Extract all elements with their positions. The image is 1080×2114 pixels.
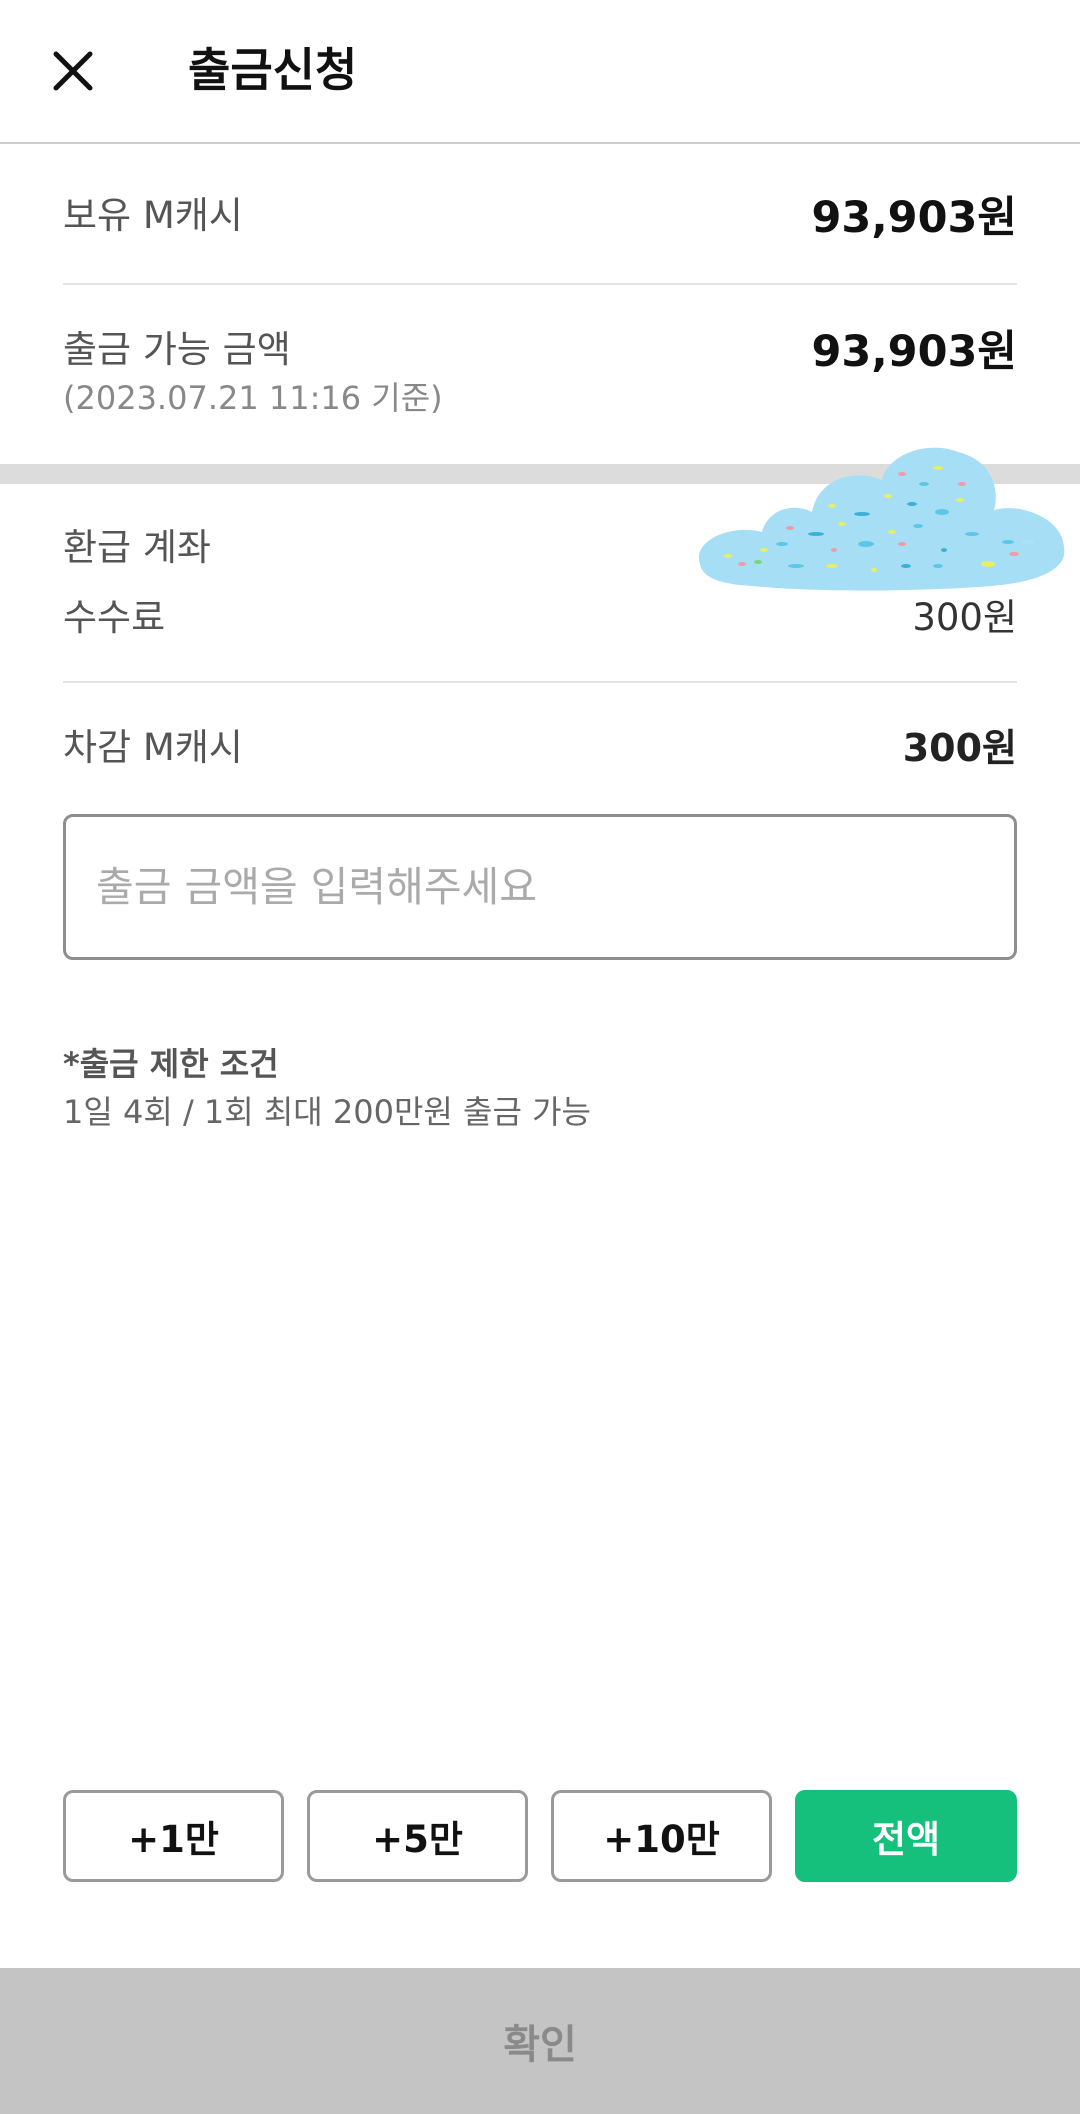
- close-button[interactable]: [44, 42, 102, 100]
- top-bar: 출금신청: [0, 0, 1080, 144]
- full-amount-button[interactable]: 전액: [795, 1790, 1017, 1882]
- row-divider: [63, 283, 1017, 285]
- available-amount-date: (2023.07.21 11:16 기준): [63, 379, 443, 417]
- add-10k-button[interactable]: +1만: [63, 1790, 284, 1882]
- available-amount-row: 출금 가능 금액 (2023.07.21 11:16 기준) 93,903원: [63, 324, 1017, 424]
- deduct-mcash-row: 차감 M캐시 300원: [63, 722, 1017, 778]
- add-100k-button[interactable]: +10만: [551, 1790, 772, 1882]
- deduct-mcash-value: 300원: [902, 726, 1017, 770]
- fee-value: 300원: [912, 596, 1017, 639]
- withdraw-amount-input[interactable]: [63, 814, 1017, 960]
- held-mcash-value: 93,903원: [811, 193, 1018, 243]
- add-50k-button[interactable]: +5만: [307, 1790, 528, 1882]
- withdraw-request-screen: 출금신청 보유 M캐시 93,903원 출금 가능 금액 (2023.07.21…: [0, 0, 1080, 2114]
- held-mcash-row: 보유 M캐시 93,903원: [63, 190, 1017, 250]
- available-amount-value: 93,903원: [811, 327, 1018, 377]
- limit-note-title: *출금 제한 조건: [63, 1045, 279, 1083]
- close-icon: [53, 51, 93, 91]
- deduct-mcash-label: 차감 M캐시: [63, 726, 243, 769]
- confirm-button[interactable]: 확인: [0, 1968, 1080, 2114]
- fee-row: 수수료 300원: [63, 592, 1017, 648]
- page-title: 출금신청: [188, 43, 358, 97]
- limit-note-body: 1일 4회 / 1회 최대 200만원 출금 가능: [63, 1093, 591, 1131]
- cloud-decoration-icon: [698, 447, 1065, 591]
- fee-label: 수수료: [63, 596, 166, 639]
- row-divider: [63, 681, 1017, 683]
